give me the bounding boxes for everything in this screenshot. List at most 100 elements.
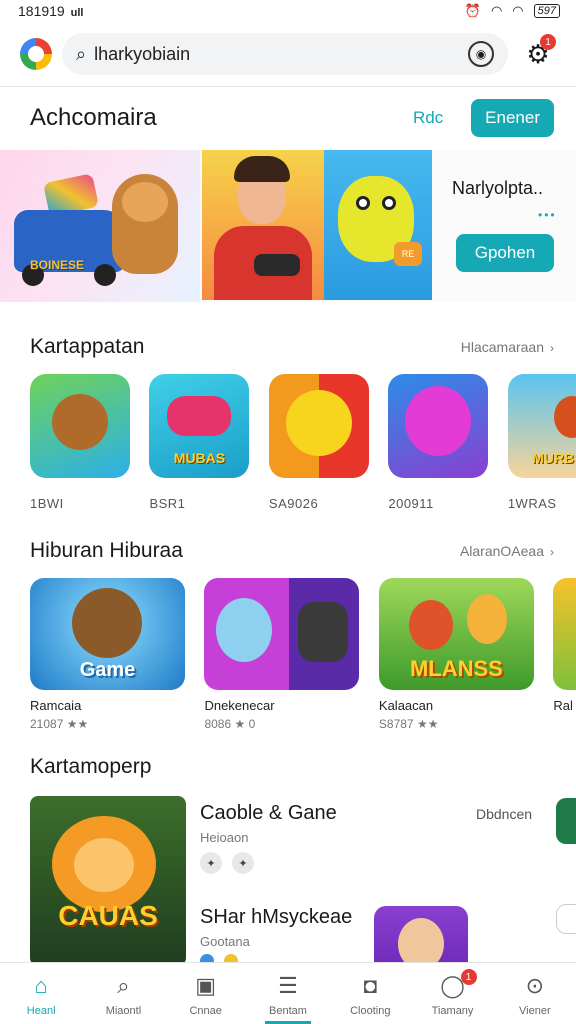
lion-character-icon <box>52 816 156 912</box>
list-item-aside[interactable]: Dbdncen <box>476 806 532 822</box>
list-item-thumbnail[interactable] <box>374 906 468 970</box>
bear-gamer-icon <box>72 588 142 658</box>
nav-chat[interactable]: ◯ 1 Tiamany <box>411 963 493 1024</box>
partial-thumbnail[interactable] <box>556 904 576 934</box>
banner-dots: ••• <box>538 208 557 222</box>
section-header: Kartamoperp <box>0 752 576 782</box>
game-thumbnail: MLANSS <box>378 578 534 690</box>
game-name: Ral <box>553 698 573 713</box>
hero-header: Achcomaira Rdc Enener <box>0 96 576 140</box>
banner-title: Narlyolpta.. <box>452 178 544 198</box>
notification-badge: 1 <box>540 34 556 50</box>
bear-graphic <box>112 174 178 274</box>
notifications-button[interactable]: ⚙ 1 <box>518 34 558 74</box>
banner-open-button[interactable]: Gpohen <box>456 234 554 272</box>
explore-icon: ⊙ <box>525 973 545 998</box>
nav-label: Cnnae <box>189 1005 222 1017</box>
hero-character-icon <box>466 594 507 644</box>
app-logo[interactable] <box>20 38 52 70</box>
game-thumbnail <box>553 578 576 690</box>
see-more-link[interactable]: Hlacamaraan › <box>461 339 554 355</box>
nav-home[interactable]: ⌂ Heanl <box>0 963 82 1024</box>
game-thumbnail-text: Game <box>79 659 136 681</box>
nav-explore[interactable]: ⊙ Viener <box>494 963 576 1024</box>
app-caption: 1WRAS <box>507 496 557 511</box>
status-time: 181919 <box>18 3 65 19</box>
controller-chip-icon: ✦ <box>200 852 222 874</box>
top-bar: ⌕ ◉ ⚙ 1 <box>0 30 576 78</box>
bear-with-controller-icon <box>52 394 108 450</box>
search-input[interactable] <box>94 43 460 65</box>
banner-tile-smiley[interactable]: RE <box>324 150 432 300</box>
list-item-chips: ✦ ✦ <box>200 852 254 874</box>
game-thumbnail <box>204 578 360 690</box>
app-card[interactable]: 1BWI <box>30 374 130 511</box>
game-card[interactable]: Game Ramcaia 21087 ★★ <box>30 578 185 731</box>
game-card[interactable]: Dnekenecar 8086 ★ 0 <box>204 578 360 731</box>
home-icon: ⌂ <box>34 973 48 998</box>
app-card[interactable]: 200911 <box>388 374 489 511</box>
controller-graphic <box>254 254 300 276</box>
see-more-link[interactable]: AlaranOAeaa › <box>460 543 554 559</box>
bottom-navigation: ⌂ Heanl ⌕ Miaontl ▣ Cnnae ☰ Bentam ◘ Clo… <box>0 962 576 1024</box>
game-card[interactable]: Ral <box>553 578 576 717</box>
game-name: Kalaacan <box>378 698 434 713</box>
banner-tile-text: BOINESE <box>30 258 85 272</box>
list-item-subtitle: Gootana <box>200 934 250 949</box>
app-icon-controller: MUBAS <box>149 374 250 478</box>
game-rating: 21087 ★★ <box>30 717 89 731</box>
nav-gift[interactable]: ▣ Cnnae <box>165 963 247 1024</box>
nav-label: Tiamany <box>431 1005 474 1017</box>
app-caption: 200911 <box>388 496 434 511</box>
game-row: Game Ramcaia 21087 ★★ Dnekenecar 8086 ★ … <box>30 578 576 731</box>
voice-search-icon[interactable]: ◉ <box>468 41 494 67</box>
jungle-heroes-icon <box>408 600 453 650</box>
nav-badge: 1 <box>460 969 477 985</box>
eye-graphic <box>382 196 396 210</box>
game-name: Ramcaia <box>30 698 82 713</box>
document-icon: ☰ <box>278 973 298 998</box>
section-title: Kartamoperp <box>30 755 152 778</box>
gift-icon: ▣ <box>195 973 217 998</box>
nav-search[interactable]: ⌕ Miaontl <box>82 963 164 1024</box>
nav-document[interactable]: ☰ Bentam <box>247 963 329 1024</box>
app-card[interactable]: MURBS 1WRAS <box>507 374 576 511</box>
banner-tile-bear-car[interactable]: BOINESE <box>0 150 200 302</box>
puzzle-chip-icon: ✦ <box>232 852 254 874</box>
gamepad-icon <box>298 602 349 662</box>
feature-thumbnail[interactable]: CAUAS <box>30 796 186 966</box>
app-caption: 1BWI <box>30 496 64 511</box>
game-thumbnail: Game <box>30 578 185 690</box>
app-row: 1BWI MUBAS BSR1 SA9026 200911 MURBS 1WRA… <box>30 374 576 511</box>
games-icon: ◘ <box>363 973 377 998</box>
partial-thumbnail[interactable] <box>556 798 576 844</box>
featured-banner[interactable]: BOINESE RE Narlyolpta.. ••• Gpohen <box>0 150 576 302</box>
app-icon-text: MURBS <box>532 450 576 466</box>
nav-label: Heanl <box>26 1005 56 1017</box>
divider <box>0 86 576 87</box>
blue-bear-controller-icon <box>216 598 273 662</box>
section-header: Hiburan Hiburaa AlaranOAeaa › <box>0 536 576 566</box>
nav-label: Miaontl <box>105 1005 142 1017</box>
smiley-face-icon <box>285 390 352 456</box>
banner-tile-gamer[interactable] <box>202 150 324 300</box>
search-bar[interactable]: ⌕ ◉ <box>62 33 508 75</box>
section-title: Hiburan Hiburaa <box>30 539 183 562</box>
list-item-title[interactable]: SHar hMsyckeae <box>200 906 352 929</box>
game-controller-icon <box>167 396 232 436</box>
list-item-title[interactable]: Caoble & Gane <box>200 802 337 825</box>
gamer-hair <box>234 156 290 182</box>
hero-link[interactable]: Rdc <box>413 108 443 128</box>
signal-icon: ull <box>70 7 84 19</box>
list-item-subtitle: Heioaon <box>200 830 249 845</box>
nav-games[interactable]: ◘ Clooting <box>329 963 411 1024</box>
nav-label: Bentam <box>269 1005 307 1017</box>
see-more-label: AlaranOAeaa <box>459 543 544 559</box>
app-card[interactable]: MUBAS BSR1 <box>149 374 250 511</box>
app-card[interactable]: SA9026 <box>268 374 369 511</box>
game-card[interactable]: MLANSS Kalaacan S8787 ★★ <box>378 578 534 731</box>
game-rating: 8086 ★ 0 <box>204 717 256 731</box>
hero-button[interactable]: Enener <box>471 99 554 137</box>
app-icon-beach: MURBS <box>507 374 576 478</box>
wifi-icon: ◠ <box>490 3 503 18</box>
